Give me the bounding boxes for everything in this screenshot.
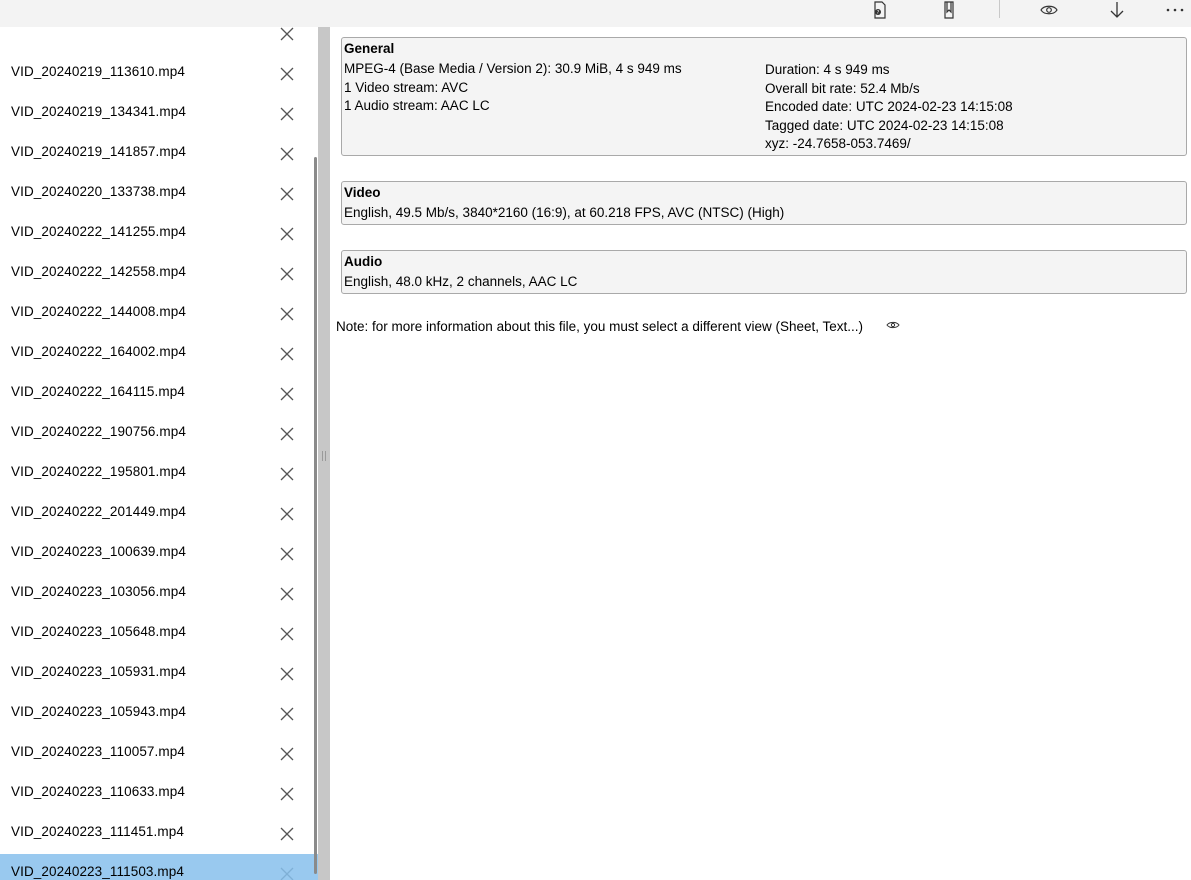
file-name: VID_20240222_164002.mp4 [11,344,186,359]
list-item[interactable]: VID_20240219_134341.mp4 [0,94,318,134]
file-name: VID_20240223_105931.mp4 [11,664,186,679]
file-name: VID_20240223_111451.mp4 [11,824,184,839]
file-name: VID_20240219_113610.mp4 [11,64,185,79]
close-icon[interactable] [279,866,295,880]
close-icon[interactable] [279,626,295,642]
file-name: VID_20240220_133738.mp4 [11,184,186,199]
file-name: VID_20240223_100639.mp4 [11,544,186,559]
view-note: Note: for more information about this fi… [336,319,863,334]
section-title: General [344,41,395,56]
file-name: VID_20240223_110633.mp4 [11,784,185,799]
list-item[interactable]: VID_20240222_144008.mp4 [0,294,318,334]
close-icon[interactable] [279,226,295,242]
panel-splitter[interactable] [318,27,330,880]
close-icon[interactable] [279,146,295,162]
general-line: Duration: 4 s 949 ms [765,62,890,77]
file-name: VID_20240222_164115.mp4 [11,384,185,399]
close-icon[interactable] [279,106,295,122]
file-name: VID_20240222_201449.mp4 [11,504,186,519]
list-item[interactable]: VID_20240219_113610.mp4 [0,54,318,94]
section-title: Audio [344,254,383,269]
close-icon[interactable] [279,746,295,762]
list-item[interactable]: VID_20240219_141857.mp4 [0,134,318,174]
close-icon[interactable] [279,586,295,602]
close-icon[interactable] [279,346,295,362]
file-name: VID_20240223_105648.mp4 [11,624,186,639]
file-list-panel: VID_20240219_113610.mp4 VID_20240219_1343… [0,27,318,880]
close-icon[interactable] [279,786,295,802]
info-panel: General MPEG-4 (Base Media / Version 2):… [330,27,1191,880]
close-icon[interactable] [279,706,295,722]
file-name: VID_20240223_103056.mp4 [11,584,186,599]
more-icon[interactable] [1159,0,1191,20]
general-section: General MPEG-4 (Base Media / Version 2):… [341,37,1187,156]
down-arrow-icon[interactable] [1101,0,1133,20]
close-icon[interactable] [279,546,295,562]
general-line: Tagged date: UTC 2024-02-23 14:15:08 [765,118,1004,133]
splitter-grip [322,451,326,461]
list-item[interactable]: VID_20240223_105648.mp4 [0,614,318,654]
file-name: VID_20240222_142558.mp4 [11,264,186,279]
close-icon[interactable] [279,506,295,522]
list-item[interactable]: VID_20240223_105931.mp4 [0,654,318,694]
close-icon[interactable] [279,666,295,682]
list-item[interactable]: VID_20240223_103056.mp4 [0,574,318,614]
list-item[interactable]: VID_20240223_100639.mp4 [0,534,318,574]
close-icon[interactable] [279,186,295,202]
file-name: VID_20240222_144008.mp4 [11,304,186,319]
list-item[interactable]: VID_20240223_111451.mp4 [0,814,318,854]
video-line: English, 49.5 Mb/s, 3840*2160 (16:9), at… [344,205,785,220]
file-name: VID_20240223_110057.mp4 [11,744,185,759]
list-item[interactable]: VID_20240222_142558.mp4 [0,254,318,294]
close-icon[interactable] [279,266,295,282]
list-item[interactable]: VID_20240223_105943.mp4 [0,694,318,734]
list-item[interactable]: VID_20240222_190756.mp4 [0,414,318,454]
close-icon[interactable] [279,386,295,402]
list-item[interactable]: VID_20240222_164115.mp4 [0,374,318,414]
list-item[interactable]: VID_20240222_201449.mp4 [0,494,318,534]
file-name: VID_20240223_111503.mp4 [11,864,184,879]
file-list: VID_20240219_113610.mp4 VID_20240219_1343… [0,27,318,880]
audio-line: English, 48.0 kHz, 2 channels, AAC LC [344,274,578,289]
list-item[interactable]: VID_20240222_141255.mp4 [0,214,318,254]
general-line: MPEG-4 (Base Media / Version 2): 30.9 Mi… [344,61,682,76]
close-icon[interactable] [279,27,295,42]
toolbar: ? [0,0,1191,28]
list-item[interactable]: VID_20240222_164002.mp4 [0,334,318,374]
general-line: Overall bit rate: 52.4 Mb/s [765,81,920,96]
svg-text:?: ? [877,10,880,16]
general-line: Encoded date: UTC 2024-02-23 14:15:08 [765,99,1013,114]
close-icon[interactable] [279,306,295,322]
file-bookmark-icon[interactable] [933,0,965,20]
file-name: VID_20240222_190756.mp4 [11,424,186,439]
list-item[interactable]: VID_20240223_111503.mp4 [0,854,318,880]
file-name: VID_20240223_105943.mp4 [11,704,186,719]
general-line: xyz: -24.7658-053.7469/ [765,136,911,151]
close-icon[interactable] [279,426,295,442]
eye-icon [886,317,900,329]
list-item[interactable] [0,27,318,54]
file-name: VID_20240222_195801.mp4 [11,464,186,479]
list-item[interactable]: VID_20240223_110633.mp4 [0,774,318,814]
list-item[interactable]: VID_20240222_195801.mp4 [0,454,318,494]
general-line: 1 Audio stream: AAC LC [344,98,490,113]
close-icon[interactable] [279,66,295,82]
close-icon[interactable] [279,466,295,482]
file-name: VID_20240219_141857.mp4 [11,144,186,159]
file-name: VID_20240219_134341.mp4 [11,104,186,119]
video-section: Video English, 49.5 Mb/s, 3840*2160 (16:… [341,181,1187,225]
file-info-icon[interactable]: ? [864,0,896,20]
list-item[interactable]: VID_20240223_110057.mp4 [0,734,318,774]
toolbar-separator [999,0,1000,18]
close-icon[interactable] [279,826,295,842]
general-line: 1 Video stream: AVC [344,80,469,95]
sidebar-scrollbar[interactable] [314,157,317,874]
audio-section: Audio English, 48.0 kHz, 2 channels, AAC… [341,250,1187,294]
file-name: VID_20240222_141255.mp4 [11,224,186,239]
section-title: Video [344,185,381,200]
list-item[interactable]: VID_20240220_133738.mp4 [0,174,318,214]
eye-icon[interactable] [1033,0,1065,20]
